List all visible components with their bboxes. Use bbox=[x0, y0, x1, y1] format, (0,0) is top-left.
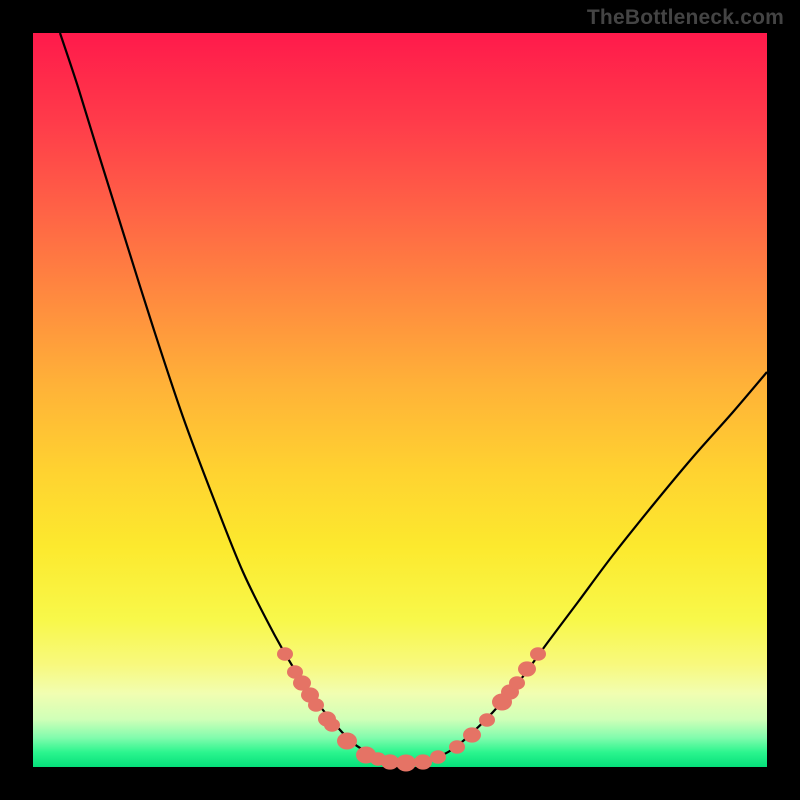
chart-overlay bbox=[33, 33, 767, 767]
curve-marker bbox=[396, 755, 416, 772]
curve-marker bbox=[277, 647, 293, 661]
bottleneck-curve bbox=[60, 33, 767, 763]
curve-marker bbox=[430, 750, 446, 764]
curve-marker bbox=[463, 727, 481, 742]
curve-marker bbox=[518, 661, 536, 676]
marker-group bbox=[277, 647, 546, 771]
curve-marker bbox=[530, 647, 546, 661]
brand-watermark: TheBottleneck.com bbox=[587, 6, 784, 30]
chart-frame: TheBottleneck.com bbox=[0, 0, 800, 800]
curve-marker bbox=[509, 676, 525, 690]
curve-marker bbox=[479, 713, 495, 727]
curve-marker bbox=[414, 754, 432, 769]
curve-marker bbox=[324, 718, 340, 732]
curve-marker bbox=[449, 740, 465, 754]
curve-marker bbox=[337, 733, 357, 750]
curve-marker bbox=[308, 698, 324, 712]
